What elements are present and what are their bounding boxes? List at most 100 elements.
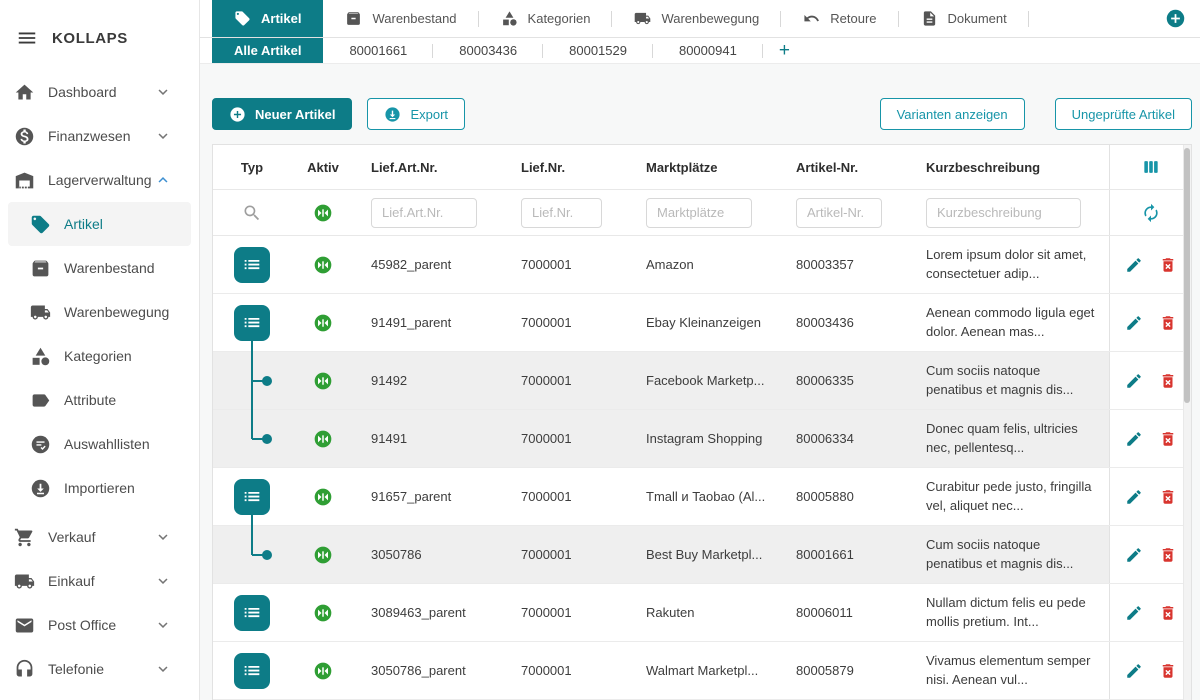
sidebar-item-lagerverwaltung[interactable]: Lagerverwaltung [0, 158, 199, 202]
tab-dokument[interactable]: Dokument [899, 0, 1029, 37]
active-status-icon [313, 661, 333, 681]
content: Neuer Artikel Export Varianten anzeigen … [200, 64, 1200, 700]
expand-variants-button[interactable] [234, 479, 270, 515]
new-article-label: Neuer Artikel [255, 107, 335, 122]
delete-icon[interactable] [1159, 546, 1177, 564]
scrollbar-thumb[interactable] [1184, 148, 1190, 403]
sidebar-item-artikel[interactable]: Artikel [8, 202, 191, 246]
table-row[interactable]: 914917000001Instagram Shopping80006334Do… [213, 410, 1191, 468]
filter-marktplaetze-input[interactable] [646, 198, 752, 228]
article-tab-80003436[interactable]: 80003436 [433, 38, 543, 63]
tree-node-dot [262, 376, 272, 386]
cell-artikel-nr: 80005880 [780, 489, 910, 504]
warehouse-icon [14, 170, 35, 191]
edit-icon[interactable] [1125, 256, 1143, 274]
expand-variants-button[interactable] [234, 247, 270, 283]
delete-icon[interactable] [1159, 604, 1177, 622]
sidebar-item-telefonie[interactable]: Telefonie [0, 647, 199, 691]
chevron-down-icon [154, 616, 172, 634]
add-article-tab-button[interactable]: + [763, 38, 806, 63]
cell-lief-art-nr: 45982_parent [355, 257, 505, 272]
add-module-tab-icon[interactable] [1165, 8, 1186, 29]
chevron-down-icon [154, 528, 172, 546]
tab-warenbewegung[interactable]: Warenbewegung [612, 0, 781, 37]
delete-icon[interactable] [1159, 662, 1177, 680]
sidebar-item-importieren[interactable]: Importieren [0, 466, 199, 510]
unchecked-articles-button[interactable]: Ungeprüfte Artikel [1055, 98, 1192, 130]
filter-lief-nr-input[interactable] [521, 198, 602, 228]
column-header-lief-nr: Lief.Nr. [505, 160, 630, 175]
sidebar-item-attribute[interactable]: Attribute [0, 378, 199, 422]
active-status-icon [313, 371, 333, 391]
menu-icon[interactable] [16, 27, 38, 49]
table-row[interactable]: 91491_parent7000001Ebay Kleinanzeigen800… [213, 294, 1191, 352]
edit-icon[interactable] [1125, 314, 1143, 332]
table-row[interactable]: 91657_parent7000001Tmall и Taobao (Al...… [213, 468, 1191, 526]
edit-icon[interactable] [1125, 372, 1143, 390]
tab-artikel[interactable]: Artikel [212, 0, 323, 37]
search-icon[interactable] [242, 203, 262, 223]
new-article-button[interactable]: Neuer Artikel [212, 98, 352, 130]
column-header-marktpl-tze: Marktplätze [630, 160, 780, 175]
cell-typ [213, 526, 291, 583]
edit-icon[interactable] [1125, 488, 1143, 506]
cell-actions [1109, 410, 1191, 467]
expand-variants-button[interactable] [234, 653, 270, 689]
delete-icon[interactable] [1159, 256, 1177, 274]
filter-artikel-nr-cell [780, 198, 910, 228]
article-tab-80001661[interactable]: 80001661 [323, 38, 433, 63]
filter-kurzbeschreibung-input[interactable] [926, 198, 1081, 228]
list-icon [241, 254, 263, 276]
tree-node-dot [262, 434, 272, 444]
table-row[interactable]: 45982_parent7000001Amazon80003357Lorem i… [213, 236, 1191, 294]
delete-icon[interactable] [1159, 430, 1177, 448]
sidebar-item-label: Verkauf [48, 529, 95, 545]
sidebar-item-auswahllisten[interactable]: Auswahllisten [0, 422, 199, 466]
sidebar-item-verkauf[interactable]: Verkauf [0, 515, 199, 559]
active-status-icon [313, 487, 333, 507]
active-toggle-icon[interactable] [313, 203, 333, 223]
article-tab-label: 80001661 [349, 43, 407, 58]
edit-icon[interactable] [1125, 604, 1143, 622]
list-icon [241, 486, 263, 508]
sidebar-item-kategorien[interactable]: Kategorien [0, 334, 199, 378]
download-circle-icon [384, 106, 401, 123]
edit-icon[interactable] [1125, 546, 1143, 564]
edit-icon[interactable] [1125, 430, 1143, 448]
article-tab-80001529[interactable]: 80001529 [543, 38, 653, 63]
table-row[interactable]: 914927000001Facebook Marketp...80006335C… [213, 352, 1191, 410]
refresh-icon[interactable] [1141, 203, 1161, 223]
article-tab-alle-artikel[interactable]: Alle Artikel [212, 38, 323, 63]
delete-icon[interactable] [1159, 372, 1177, 390]
active-status-icon [313, 255, 333, 275]
expand-variants-button[interactable] [234, 595, 270, 631]
export-button[interactable]: Export [367, 98, 465, 130]
delete-icon[interactable] [1159, 488, 1177, 506]
sidebar-item-post-office[interactable]: Post Office [0, 603, 199, 647]
cell-actions [1109, 352, 1191, 409]
table-row[interactable]: 3050786_parent7000001Walmart Marketpl...… [213, 642, 1191, 700]
sidebar-item-dashboard[interactable]: Dashboard [0, 70, 199, 114]
brand-name: KOLLAPS [52, 30, 128, 47]
tab-kategorien[interactable]: Kategorien [479, 0, 613, 37]
tab-retoure[interactable]: Retoure [781, 0, 898, 37]
table-row[interactable]: 3089463_parent7000001Rakuten80006011Null… [213, 584, 1191, 642]
sidebar-item-warenbestand[interactable]: Warenbestand [0, 246, 199, 290]
table-row[interactable]: 30507867000001Best Buy Marketpl...800016… [213, 526, 1191, 584]
expand-variants-button[interactable] [234, 305, 270, 341]
sidebar-item-label: Kategorien [64, 348, 132, 364]
show-variants-button[interactable]: Varianten anzeigen [880, 98, 1025, 130]
sidebar-item-warenbewegung[interactable]: Warenbewegung [0, 290, 199, 334]
cell-kurzbeschreibung: Donec quam felis, ultricies nec, pellent… [910, 420, 1109, 458]
edit-icon[interactable] [1125, 662, 1143, 680]
sidebar-item-einkauf[interactable]: Einkauf [0, 559, 199, 603]
delete-icon[interactable] [1159, 314, 1177, 332]
sidebar-item-finanzwesen[interactable]: Finanzwesen [0, 114, 199, 158]
filter-lief-art-nr-input[interactable] [371, 198, 477, 228]
filter-artikel-nr-input[interactable] [796, 198, 882, 228]
chevron-down-icon [154, 127, 172, 145]
article-tab-80000941[interactable]: 80000941 [653, 38, 763, 63]
tab-warenbestand[interactable]: Warenbestand [323, 0, 478, 37]
filter-aktiv-cell [291, 190, 355, 235]
column-settings-icon[interactable] [1141, 157, 1161, 177]
